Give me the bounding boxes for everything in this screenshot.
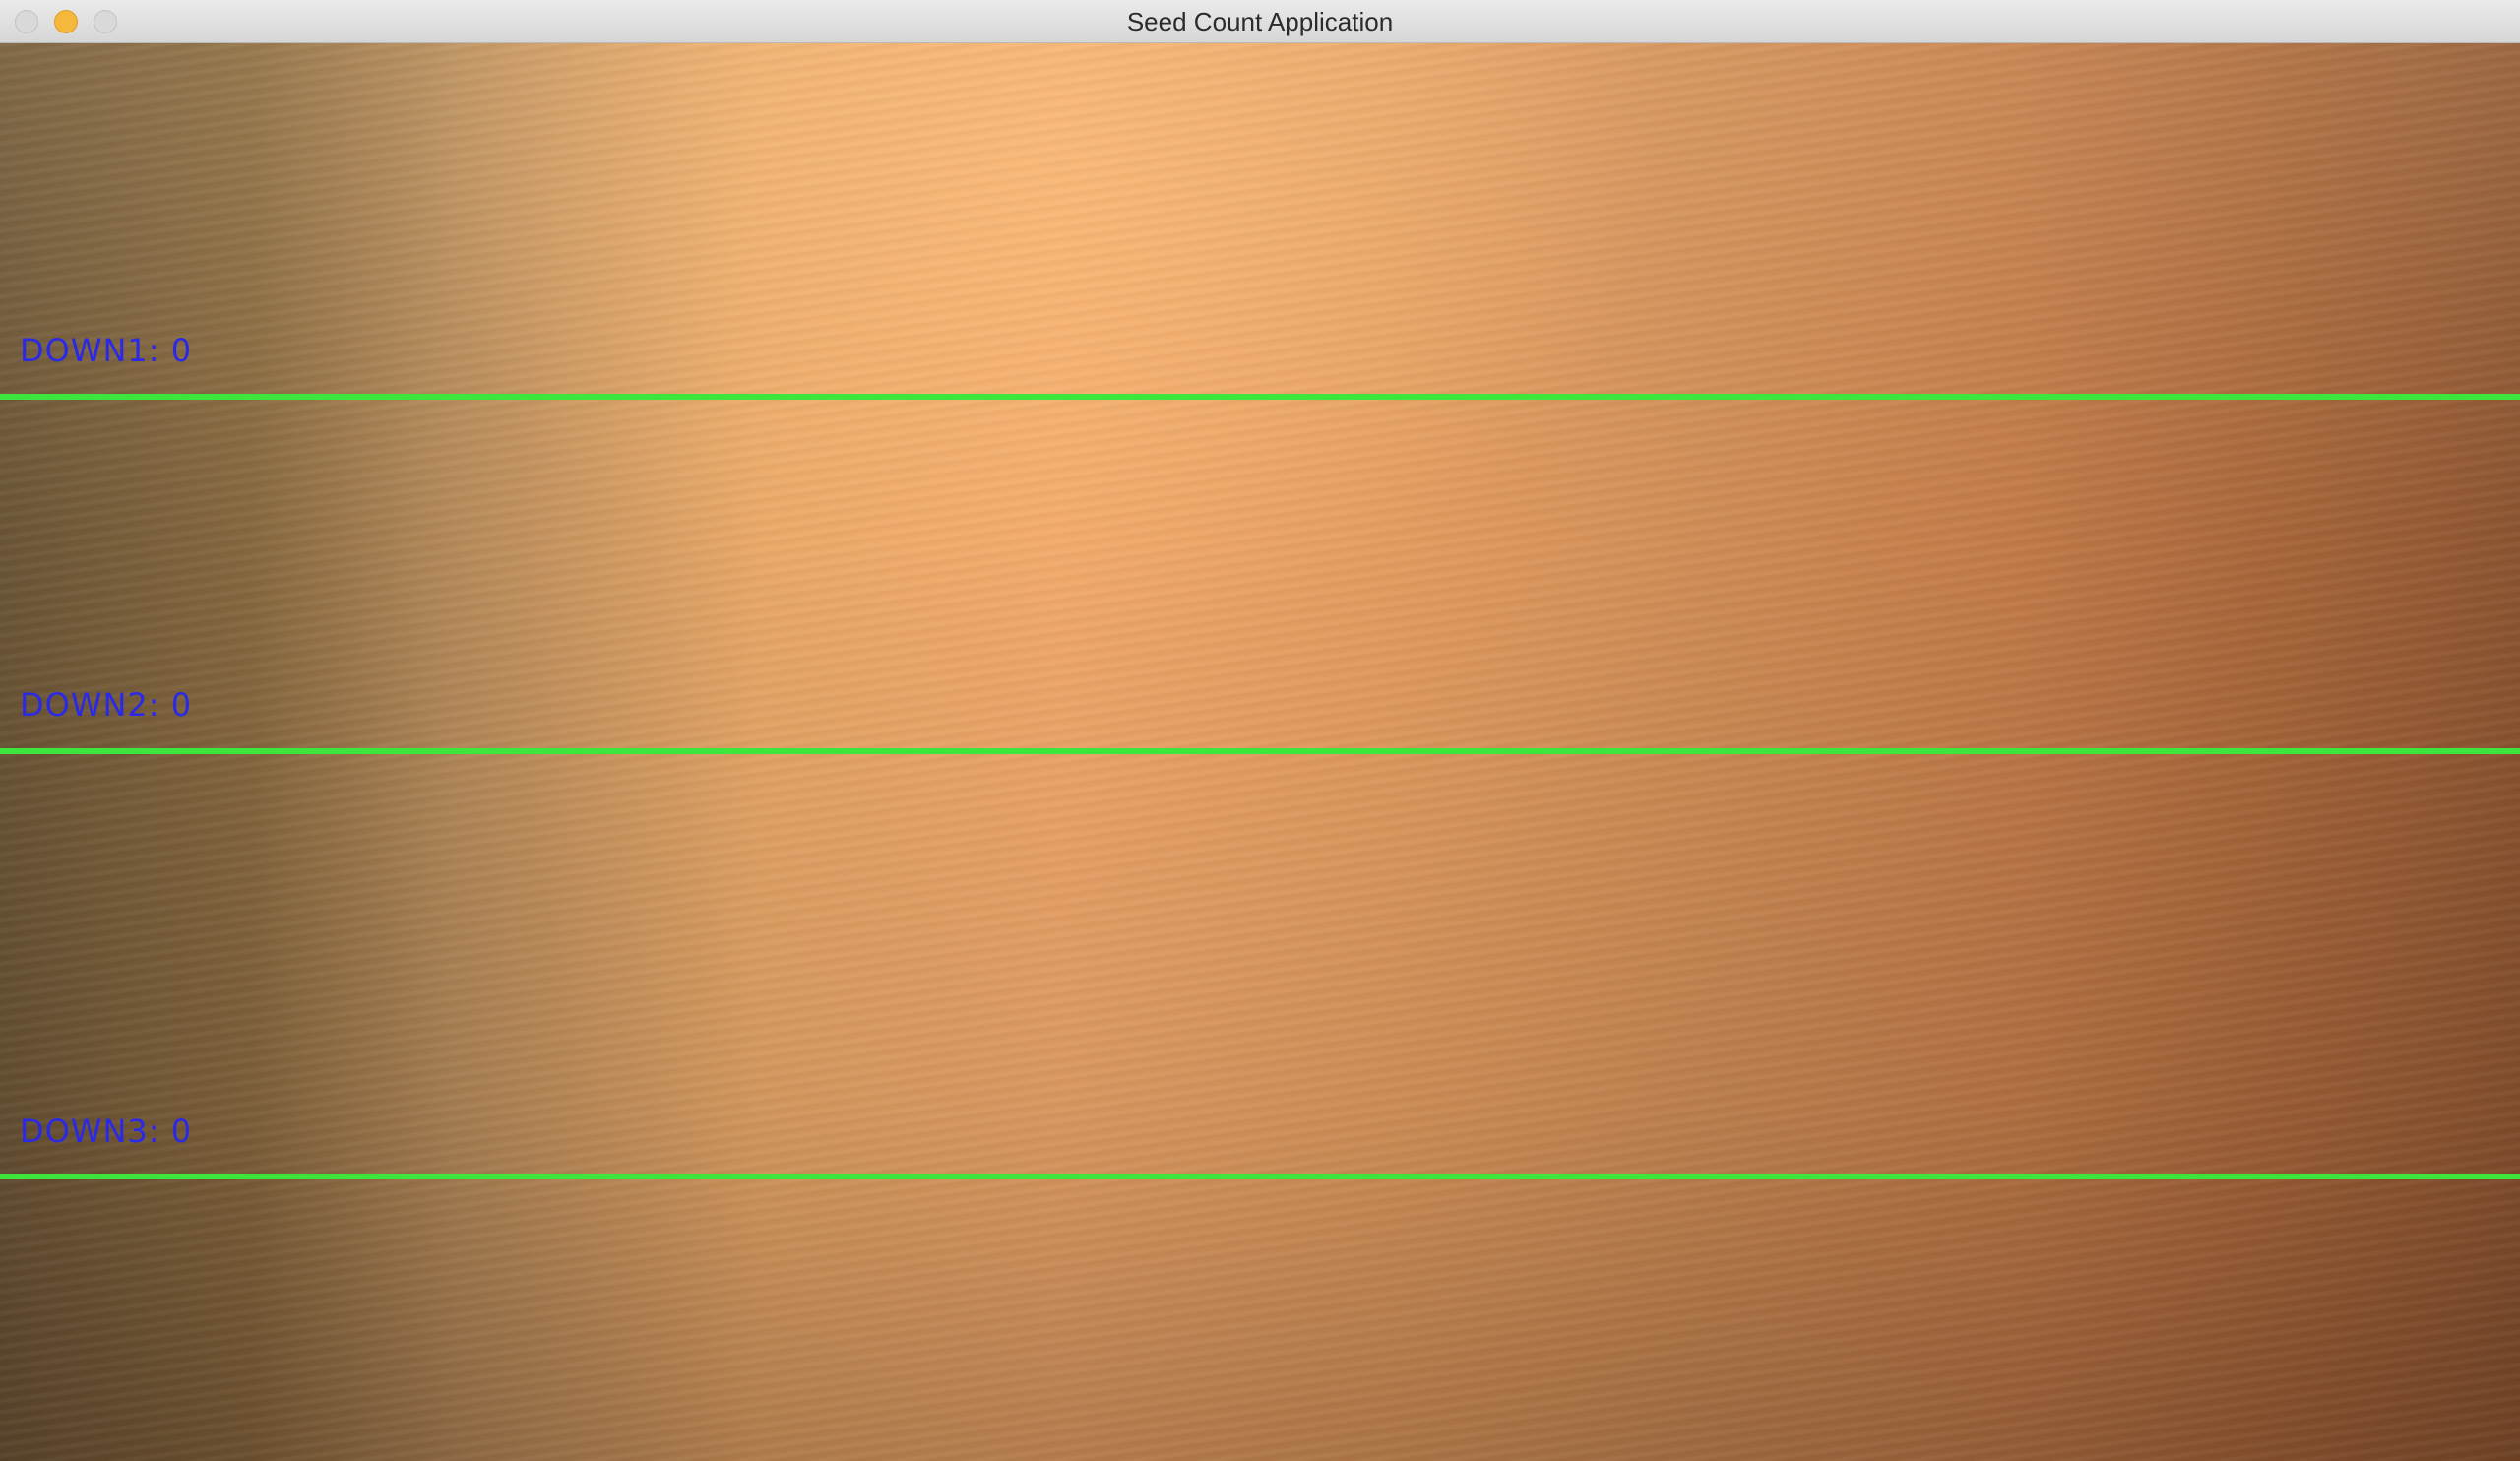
window-title: Seed Count Application bbox=[1126, 7, 1394, 36]
counter-label-down1: DOWN1: 0 bbox=[20, 332, 193, 369]
counter-label-down3: DOWN3: 0 bbox=[20, 1112, 193, 1150]
counting-line-3 bbox=[0, 1174, 2520, 1179]
counting-line-1 bbox=[0, 394, 2520, 400]
counter-label-down2: DOWN2: 0 bbox=[20, 686, 193, 724]
title-bar[interactable]: Seed Count Application bbox=[0, 0, 2520, 43]
app-window: Seed Count Application DOWN1: 0 DOWN2: 0… bbox=[0, 0, 2520, 1461]
video-frame: DOWN1: 0 DOWN2: 0 DOWN3: 0 bbox=[0, 43, 2520, 1461]
counting-line-2 bbox=[0, 748, 2520, 754]
